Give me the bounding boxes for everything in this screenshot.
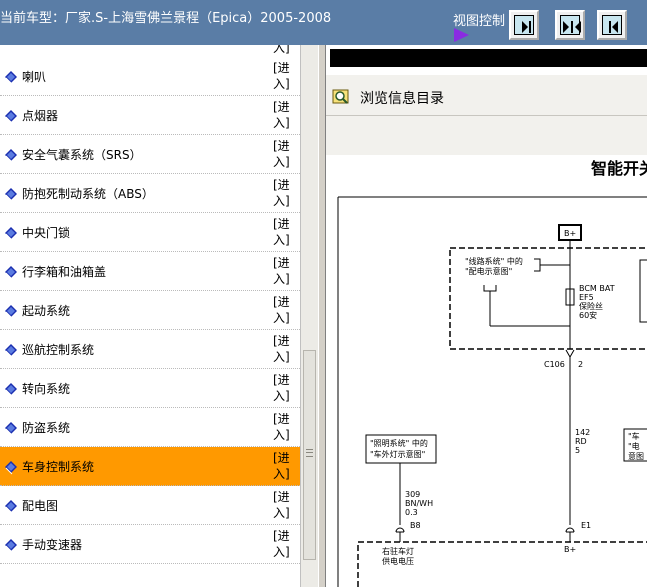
wire-142-label: 142 [575, 428, 590, 437]
scrollbar-thumb[interactable] [303, 350, 316, 560]
enter-link[interactable]: [进入] [273, 450, 297, 482]
book-icon [5, 188, 17, 202]
book-icon [5, 149, 17, 163]
list-item-label: 喇叭 [22, 70, 47, 84]
book-icon [5, 110, 17, 124]
list-item-label: 安全气囊系统（SRS） [22, 148, 142, 162]
list-item[interactable]: 防抱死制动系统（ABS） [进入] [0, 174, 300, 213]
enter-link[interactable]: [进入] [273, 60, 297, 92]
list-item[interactable]: 起动系统 [进入] [0, 291, 300, 330]
wire-5-label: 5 [575, 446, 580, 455]
vertical-scrollbar[interactable] [300, 45, 318, 587]
enter-link[interactable]: [进入] [273, 411, 297, 443]
enter-link[interactable]: [进入] [273, 333, 297, 365]
pin-2-label: 2 [578, 360, 583, 369]
fuse-label-1: BCM BAT [579, 284, 615, 293]
list-item[interactable]: 中央门锁 [进入] [0, 213, 300, 252]
wiring-diagram: B+ "线路系统" 中的 "配电示意图" BCM BAT EF5 保险丝 60安… [337, 196, 647, 587]
fuse-label-4: 60安 [579, 310, 597, 320]
enter-link[interactable]: [进入] [273, 216, 297, 248]
book-icon [5, 500, 17, 514]
note-line-system-2: "配电示意图" [465, 266, 512, 276]
bplus-top-label: B+ [564, 229, 576, 238]
enter-link[interactable]: [进入] [273, 489, 297, 521]
pin-b8-label: B8 [410, 521, 421, 530]
diagram-title: 智能开关 [591, 159, 647, 178]
list-item-label: 防盗系统 [22, 421, 71, 435]
fuse-label-2: EF5 [579, 293, 594, 302]
list-item-label: 巡航控制系统 [22, 343, 95, 357]
arrow-left-bar-icon [609, 21, 618, 33]
system-list-pane: 入] 喇叭 [进入] 点烟器 [进入] 安全气囊系统（SRS） [进入] 防抱死制动系统（A… [0, 45, 318, 587]
diagram-pane: 浏览信息目录 智能开关 B+ "线路系统" 中的 "配电示意图" BCM BAT… [326, 45, 647, 587]
pin-e1-label: E1 [581, 521, 591, 530]
enter-link[interactable]: [进入] [273, 177, 297, 209]
list-item[interactable]: 安全气囊系统（SRS） [进入] [0, 135, 300, 174]
list-item[interactable]: 车身控制系统 [进入] [0, 447, 300, 486]
book-icon [5, 344, 17, 358]
view-control-label: 视图控制 [453, 14, 506, 29]
book-icon [5, 266, 17, 280]
list-item[interactable]: 配电图 [进入] [0, 486, 300, 525]
pane-splitter[interactable] [318, 45, 326, 587]
right-note-1: "车 [628, 431, 640, 441]
enter-link[interactable]: [进入] [273, 255, 297, 287]
title-bar: 当前车型：厂家.S-上海雪佛兰景程（Epica）2005-2008 视图控制 [0, 0, 647, 45]
list-item-label: 起动系统 [22, 304, 71, 318]
list-item[interactable]: 喇叭 [进入] [0, 57, 300, 96]
expand-right-button[interactable] [509, 10, 539, 40]
list-item-label: 配电图 [22, 499, 59, 513]
browse-bar: 浏览信息目录 [326, 75, 647, 155]
partial-enter-link[interactable]: 入] [273, 45, 290, 56]
arrows-inward-icon [563, 21, 581, 33]
list-item-label: 车身控制系统 [22, 460, 95, 474]
book-icon [5, 71, 17, 85]
right-lamp-label-1: 右驻车灯 [382, 546, 414, 556]
book-icon [5, 539, 17, 553]
right-lamp-label-2: 供电电压 [382, 556, 414, 566]
wire-rd-label: RD [575, 437, 587, 446]
wire-309-label: 309 [405, 490, 420, 499]
fuse-label-3: 保险丝 [579, 301, 603, 311]
connector-c106-label: C106 [544, 360, 565, 369]
vehicle-model-title: 当前车型：厂家.S-上海雪佛兰景程（Epica）2005-2008 [0, 11, 332, 26]
list-item-label: 点烟器 [22, 109, 59, 123]
note-lighting-2: "车外灯示意图" [370, 449, 425, 459]
enter-link[interactable]: [进入] [273, 138, 297, 170]
note-line-system-1: "线路系统" 中的 [465, 256, 523, 266]
enter-link[interactable]: [进入] [273, 528, 297, 560]
list-item-label: 防抱死制动系统（ABS） [22, 187, 154, 201]
note-lighting-1: "照明系统" 中的 [370, 438, 428, 448]
right-note-3: 意图 [628, 451, 644, 461]
list-item[interactable]: 点烟器 [进入] [0, 96, 300, 135]
list-item-label: 中央门锁 [22, 226, 71, 240]
list-item-label: 行李箱和油箱盖 [22, 265, 107, 279]
list-item[interactable]: 巡航控制系统 [进入] [0, 330, 300, 369]
list-item[interactable]: 行李箱和油箱盖 [进入] [0, 252, 300, 291]
list-item[interactable]: 转向系统 [进入] [0, 369, 300, 408]
arrow-right-bar-icon [522, 21, 531, 33]
magnifier-folder-icon[interactable] [332, 87, 350, 105]
book-icon [5, 227, 17, 241]
browse-catalog-label[interactable]: 浏览信息目录 [360, 88, 444, 108]
enter-link[interactable]: [进入] [273, 372, 297, 404]
diagram-toolbar [330, 49, 647, 67]
enter-link[interactable]: [进入] [273, 294, 297, 326]
book-icon [5, 422, 17, 436]
right-note-2: "电 [628, 441, 640, 451]
list-item[interactable]: 防盗系统 [进入] [0, 408, 300, 447]
list-item-label: 手动变速器 [22, 538, 83, 552]
collapse-left-button[interactable] [597, 10, 627, 40]
bplus-bottom-label: B+ [564, 545, 576, 554]
wire-bnwh-label: BN/WH [405, 499, 433, 508]
list-item[interactable]: 手动变速器 [进入] [0, 525, 300, 564]
wire-03-label: 0.3 [405, 508, 418, 517]
book-icon [5, 383, 17, 397]
list-item-label: 转向系统 [22, 382, 71, 396]
enter-link[interactable]: [进入] [273, 99, 297, 131]
book-icon [5, 305, 17, 319]
split-view-button[interactable] [555, 10, 585, 40]
book-icon [5, 461, 17, 475]
triangle-pointer-icon [454, 28, 469, 42]
